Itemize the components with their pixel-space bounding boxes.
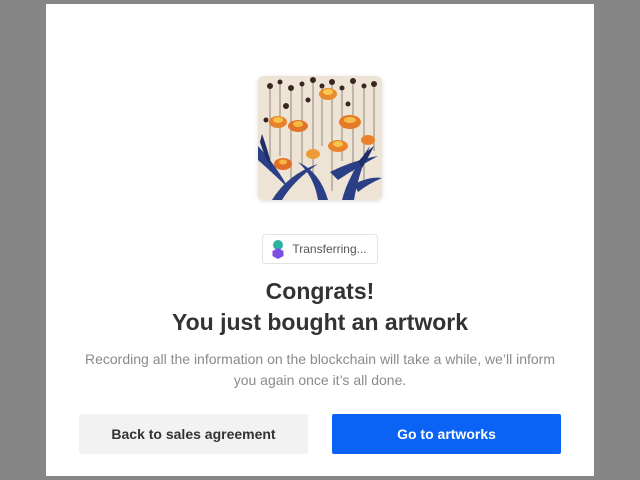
modal-title-line1: Congrats! [265, 278, 375, 304]
artwork-thumbnail [258, 76, 382, 200]
transfer-status-label: Transferring... [292, 242, 367, 256]
modal-message: Recording all the information on the blo… [85, 351, 556, 388]
back-to-sales-agreement-button[interactable]: Back to sales agreement [79, 414, 308, 454]
go-to-artworks-button[interactable]: Go to artworks [332, 414, 561, 454]
blockchain-transfer-icon [272, 240, 284, 259]
modal-title-line2: You just bought an artwork [171, 309, 468, 335]
transfer-status-badge: Transferring... [262, 234, 378, 264]
modal-title: Congrats! You just bought an artwork [172, 276, 468, 338]
artwork-image [258, 76, 382, 200]
modal-actions: Back to sales agreement Go to artworks [79, 414, 561, 454]
purchase-success-modal: Transferring... Congrats! You just bough… [46, 4, 594, 476]
